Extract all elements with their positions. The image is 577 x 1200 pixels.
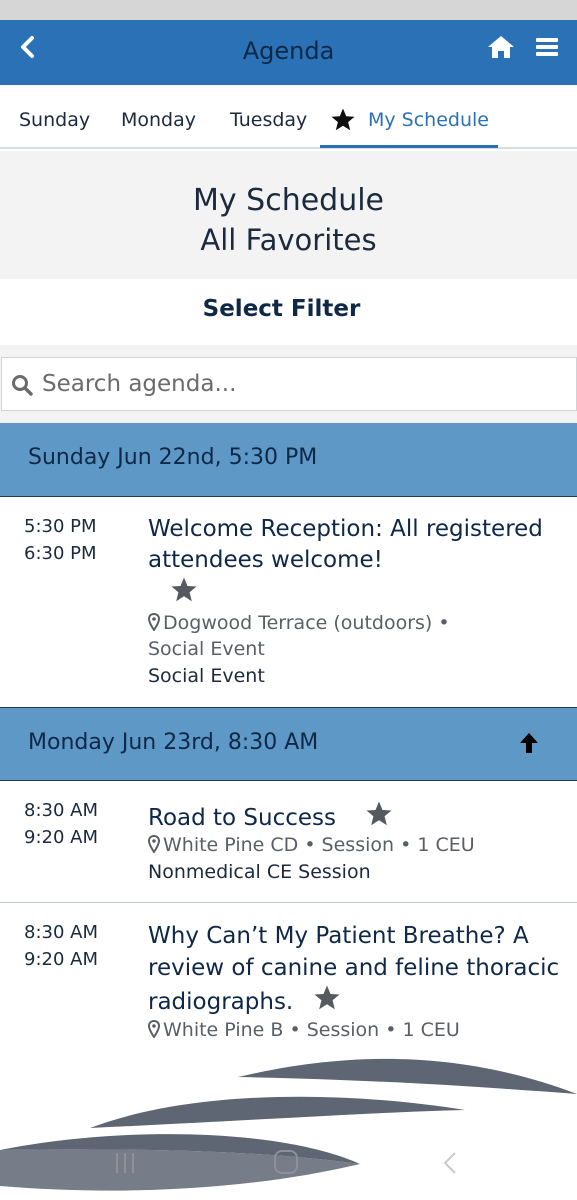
tab-sunday[interactable]: Sunday [19, 109, 90, 131]
day-header-label: Monday Jun 23rd, 8:30 AM [28, 730, 319, 755]
session-title-text: Why Can’t My Patient Breathe? A review o… [148, 923, 560, 1015]
home-icon[interactable] [486, 34, 516, 60]
session-title: Why Can’t My Patient Breathe? A review o… [148, 920, 568, 1018]
session-end-time: 9:20 AM [24, 827, 98, 848]
day-header-label: Sunday Jun 22nd, 5:30 PM [28, 445, 318, 470]
session-item[interactable]: 8:30 AM 9:20 AM Why Can’t My Patient Bre… [0, 903, 577, 1053]
session-start-time: 8:30 AM [24, 922, 98, 943]
session-location: White Pine B • Session • 1 CEU [163, 1019, 460, 1041]
search-input[interactable] [42, 366, 562, 402]
session-item[interactable]: 8:30 AM 9:20 AM Road to Success White Pi… [0, 781, 577, 903]
system-back-button[interactable] [438, 1150, 462, 1176]
search-bar [0, 345, 577, 423]
day-tabs: Sunday Monday Tuesday My Schedule [0, 85, 577, 149]
session-meta: White Pine B • Session • 1 CEU [148, 1017, 568, 1043]
session-type: Social Event [148, 638, 265, 660]
session-category: Nonmedical CE Session [148, 861, 371, 883]
favorite-star-icon[interactable] [365, 800, 393, 828]
home-button[interactable] [272, 1148, 300, 1176]
footer-logo-area [0, 1050, 577, 1200]
tab-tuesday[interactable]: Tuesday [230, 109, 307, 131]
session-end-time: 6:30 PM [24, 543, 97, 564]
active-tab-indicator [320, 145, 498, 148]
session-start-time: 5:30 PM [24, 516, 97, 537]
schedule-header: My Schedule All Favorites [0, 151, 577, 279]
search-icon [12, 375, 33, 396]
wave-logo-icon [0, 1058, 577, 1191]
recent-apps-button[interactable] [112, 1150, 138, 1176]
location-pin-icon [148, 835, 160, 853]
day-header-sunday: Sunday Jun 22nd, 5:30 PM [0, 423, 577, 497]
favorite-star-icon[interactable] [313, 984, 341, 1012]
session-meta: Dogwood Terrace (outdoors) • Social Even… [148, 610, 568, 662]
hamburger-menu-icon[interactable] [534, 35, 560, 59]
tab-monday[interactable]: Monday [121, 109, 196, 131]
status-bar [0, 0, 577, 20]
session-location: White Pine CD • Session • 1 CEU [163, 834, 475, 856]
session-title: Road to Success [148, 800, 568, 834]
session-title-text: Welcome Reception: All registered attend… [148, 516, 543, 573]
location-pin-icon [148, 613, 160, 631]
arrow-up-icon[interactable] [517, 730, 541, 756]
tab-my-schedule[interactable]: My Schedule [368, 109, 489, 131]
session-end-time: 9:20 AM [24, 949, 98, 970]
session-item[interactable]: 5:30 PM 6:30 PM Welcome Reception: All r… [0, 497, 577, 708]
day-header-monday: Monday Jun 23rd, 8:30 AM [0, 707, 577, 781]
session-location: Dogwood Terrace (outdoors) • [163, 612, 450, 634]
filter-bar: Select Filter [0, 279, 577, 345]
favorite-star-icon[interactable] [170, 576, 198, 604]
session-title-text: Road to Success [148, 805, 337, 831]
session-start-time: 8:30 AM [24, 800, 98, 821]
search-box [1, 357, 577, 411]
star-icon [331, 108, 355, 131]
schedule-subtitle: All Favorites [200, 223, 377, 257]
session-title: Welcome Reception: All registered attend… [148, 514, 568, 610]
session-category: Social Event [148, 665, 265, 687]
schedule-title: My Schedule [192, 183, 385, 218]
select-filter-button[interactable]: Select Filter [0, 296, 563, 322]
location-pin-icon [148, 1020, 160, 1038]
app-bar: Agenda [0, 20, 577, 85]
session-meta: White Pine CD • Session • 1 CEU [148, 832, 568, 858]
